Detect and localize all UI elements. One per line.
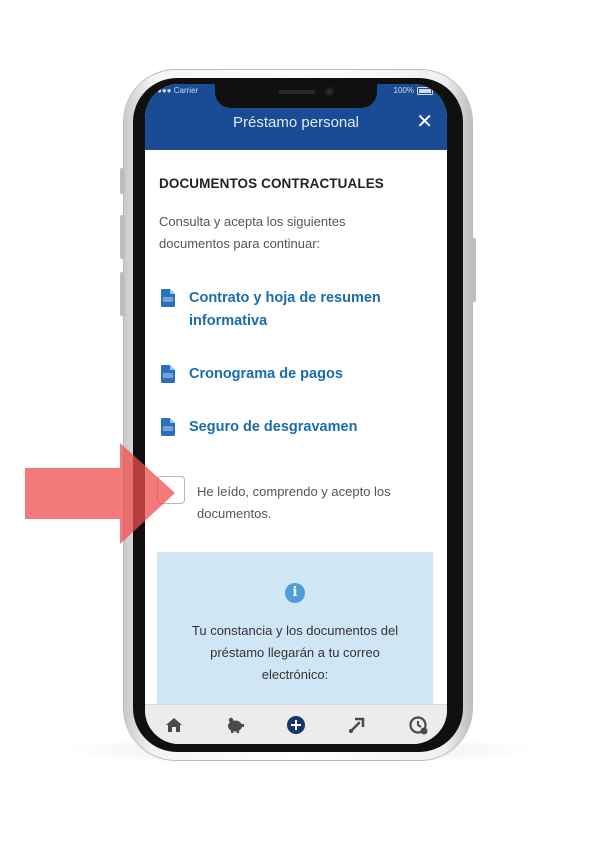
- info-box: i Tu constancia y los documentos del pré…: [157, 552, 433, 712]
- section-title: DOCUMENTOS CONTRACTUALES: [159, 176, 384, 191]
- document-link-insurance[interactable]: Seguro de desgravamen: [161, 416, 419, 439]
- pdf-file-icon: [161, 365, 175, 383]
- phone-volume-down: [120, 272, 125, 316]
- carrier-label: Carrier: [173, 86, 199, 95]
- info-text: Tu constancia y los documentos del prést…: [191, 623, 399, 682]
- phone-volume-up: [120, 215, 125, 259]
- phone-silent-switch: [120, 168, 125, 194]
- red-arrow-pointer: [25, 443, 175, 544]
- document-label: Cronograma de pagos: [189, 366, 343, 382]
- signal-icon: ●●●: [157, 86, 172, 95]
- page-title: Préstamo personal: [233, 114, 359, 131]
- pdf-file-icon: [161, 289, 175, 307]
- accept-label: He leído, comprendo y acepto los documen…: [197, 484, 391, 521]
- info-icon: i: [285, 583, 305, 603]
- document-link-contract[interactable]: Contrato y hoja de resumen informativa: [161, 287, 419, 333]
- speaker-grille: [279, 90, 315, 94]
- nav-savings[interactable]: [223, 713, 247, 737]
- document-link-schedule[interactable]: Cronograma de pagos: [161, 363, 419, 386]
- nav-home[interactable]: [162, 713, 186, 737]
- document-label: Seguro de desgravamen: [189, 419, 358, 435]
- home-icon: [166, 718, 182, 732]
- close-icon: ✕: [416, 111, 433, 133]
- phone-power-button: [471, 238, 476, 302]
- clock-icon: [409, 716, 428, 735]
- status-carrier: ●●● Carrier: [157, 86, 198, 95]
- app-header: ●●● Carrier 100% Préstamo personal ✕: [145, 84, 447, 150]
- nav-add[interactable]: [284, 713, 308, 737]
- nav-transfers[interactable]: [345, 713, 369, 737]
- plus-icon: [287, 716, 305, 734]
- nav-history[interactable]: [406, 713, 430, 737]
- close-button[interactable]: ✕: [416, 112, 433, 132]
- battery-percent: 100%: [393, 86, 414, 95]
- piggy-bank-icon: [228, 717, 244, 733]
- app-screen: ●●● Carrier 100% Préstamo personal ✕ DOC…: [145, 84, 447, 744]
- battery-icon: [417, 86, 433, 95]
- intro-line: documentos para continuar:: [159, 236, 321, 251]
- intro-text: Consulta y acepta los siguientes documen…: [159, 211, 429, 255]
- bottom-nav: [145, 704, 447, 744]
- status-battery: 100%: [394, 86, 433, 95]
- intro-line: Consulta y acepta los siguientes: [159, 214, 346, 229]
- transfer-icon: [349, 717, 365, 733]
- phone-notch: [215, 84, 377, 108]
- document-label: Contrato y hoja de resumen informativa: [189, 290, 381, 329]
- pdf-file-icon: [161, 418, 175, 436]
- front-camera: [325, 87, 334, 96]
